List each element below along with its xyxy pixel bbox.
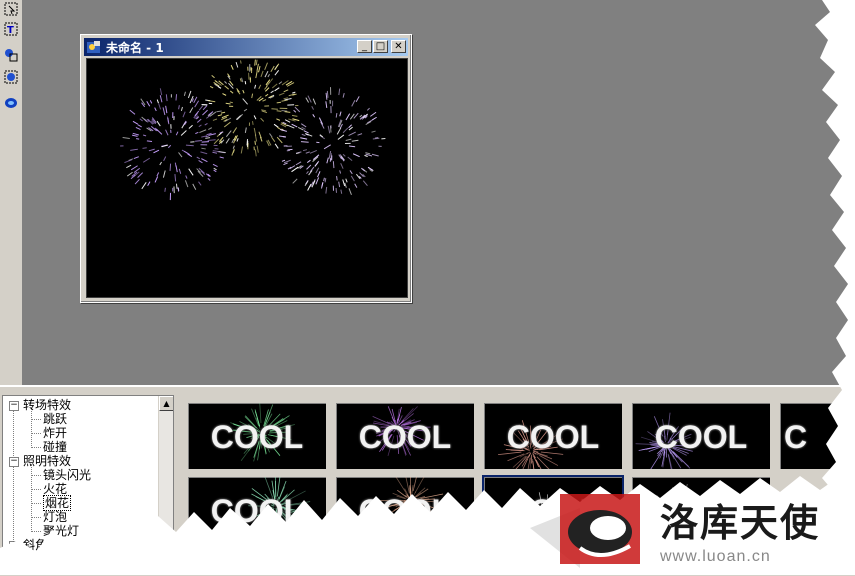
shape-tool-icon[interactable] (2, 46, 20, 64)
text-tool-icon[interactable]: T (2, 20, 20, 38)
firework-burst (120, 88, 226, 200)
tree-expander[interactable]: − (9, 457, 19, 467)
preview-canvas[interactable] (86, 58, 408, 298)
tree-item[interactable]: 斜角特 (23, 538, 59, 552)
tree-item[interactable]: 照明特效 (23, 454, 71, 468)
firework-burst (279, 87, 385, 195)
tree-item[interactable]: 转场特效 (23, 398, 71, 412)
arrow-select-icon[interactable] (2, 0, 20, 18)
svg-text:T: T (7, 25, 14, 36)
thumbnail-label: C (784, 417, 855, 457)
tree-expander[interactable]: − (9, 401, 19, 411)
window-title: 未命名 - 1 (106, 39, 164, 56)
window-titlebar[interactable]: 未命名 - 1 _ □ ✕ (84, 38, 408, 56)
tree-scrollbar[interactable]: ▲ (158, 396, 174, 566)
thumbnail-label: COOL (188, 491, 326, 531)
tree-item[interactable]: 火花 (43, 482, 67, 496)
close-button[interactable]: ✕ (391, 40, 406, 53)
app-icon (86, 39, 102, 55)
effect-thumbnail[interactable]: COOL (482, 401, 624, 471)
effects-tree[interactable]: −转场特效跳跃炸开碰撞−照明特效镜头闪光火花烟花灯泡聚光灯+斜角特 ▲ (2, 395, 174, 567)
effect-tool-icon[interactable] (2, 94, 20, 112)
thumbnail-label: COOL (632, 417, 770, 457)
thumbnail-label: COOL (336, 491, 474, 531)
tool-palette: T (0, 0, 23, 385)
effect-thumbnail[interactable]: COOL (334, 475, 476, 545)
fireworks-preview (87, 59, 407, 297)
document-window[interactable]: 未命名 - 1 _ □ ✕ (80, 34, 412, 303)
effect-thumbnail[interactable]: COOL (630, 401, 772, 471)
watermark-url: www.luoan.cn (660, 548, 771, 566)
tree-item[interactable]: 镜头闪光 (43, 468, 91, 482)
tree-item[interactable]: 碰撞 (43, 440, 67, 454)
maximize-button[interactable]: □ (373, 40, 388, 53)
scroll-up-button[interactable]: ▲ (159, 396, 174, 411)
watermark-brand: 洛库天使 (660, 492, 820, 547)
effect-thumbnail[interactable]: COOL (334, 401, 476, 471)
tree-item[interactable]: 跳跃 (43, 412, 67, 426)
tree-item-selected[interactable]: 烟花 (43, 495, 71, 511)
effect-thumbnail[interactable]: COOL (186, 401, 328, 471)
firework-burst (202, 60, 300, 157)
minimize-button[interactable]: _ (357, 40, 372, 53)
thumbnail-label: COOL (336, 417, 474, 457)
zoom-tool-icon[interactable] (2, 68, 20, 86)
thumbnail-label: COOL (188, 417, 326, 457)
tree-expander[interactable]: + (9, 541, 19, 551)
thumbnail-label: COOL (484, 417, 622, 457)
effect-thumbnail[interactable]: C (778, 401, 855, 471)
tree-item[interactable]: 炸开 (43, 426, 67, 440)
tree-item[interactable]: 灯泡 (43, 510, 67, 524)
tree-item[interactable]: 聚光灯 (43, 524, 79, 538)
effect-thumbnail[interactable]: COOL (186, 475, 328, 545)
